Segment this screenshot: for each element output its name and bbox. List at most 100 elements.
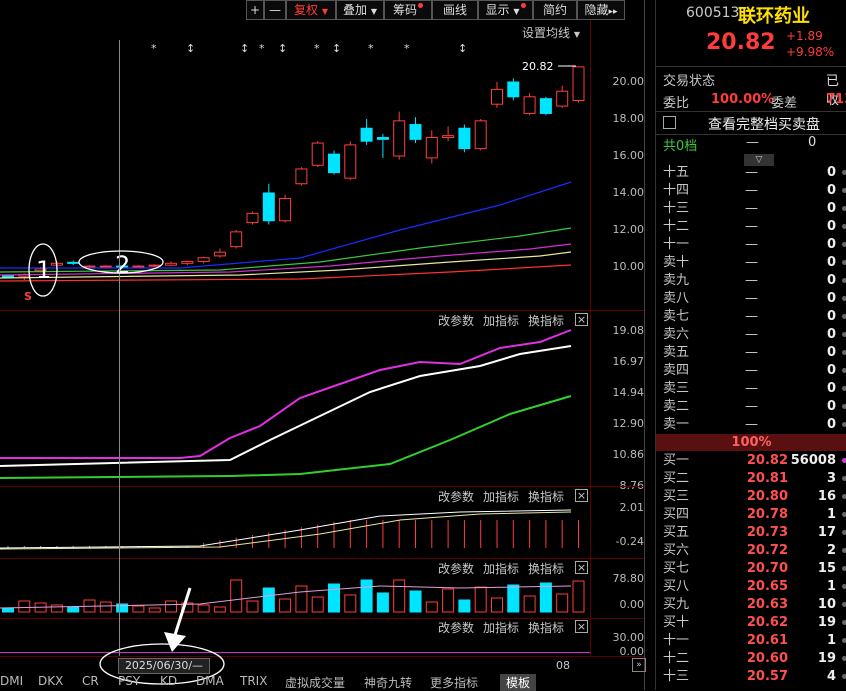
level-volume: 0 [826, 237, 836, 252]
panel5-switch-indicator[interactable]: 换指标 [528, 619, 564, 636]
sell-row[interactable]: 卖九 — 0 [656, 272, 846, 290]
tab-9[interactable]: 更多指标 [430, 674, 478, 691]
dot-icon [842, 548, 846, 553]
level-price: — [745, 417, 758, 432]
tab-6[interactable]: TRIX [240, 674, 267, 688]
buy-row[interactable]: 买一 20.82 56008 [656, 452, 846, 470]
stock-change-pct: +9.98% [786, 45, 835, 59]
level-volume: 3 [826, 471, 836, 486]
level-name: 卖十 [663, 255, 690, 270]
sell-row[interactable]: 十二 — 0 [656, 218, 846, 236]
sell-row[interactable]: 十三 — 0 [656, 200, 846, 218]
sell-row[interactable]: 卖四 — 0 [656, 362, 846, 380]
sell-row[interactable]: 十四 — 0 [656, 182, 846, 200]
tab-0[interactable]: DMI [0, 674, 23, 688]
sell-row[interactable]: 十五 — 0 [656, 164, 846, 182]
panel2-close-icon[interactable]: × [575, 313, 588, 326]
tab-7[interactable]: 虚拟成交量 [285, 674, 345, 691]
signal-marker: * [259, 42, 265, 55]
annotation-2: 2 [115, 251, 131, 279]
huaxian-button[interactable]: 画线 [432, 0, 478, 20]
y-tick: 14.00 [612, 186, 645, 199]
signal-marker: ↕ [240, 42, 250, 55]
fuquan-button[interactable]: 复权 ▼ [286, 0, 336, 20]
volume-bar [99, 601, 112, 613]
tab-3[interactable]: PSY [118, 674, 140, 688]
volume-bar [132, 605, 145, 613]
tab-5[interactable]: DMA [196, 674, 224, 688]
zoom-out-button[interactable]: — [264, 0, 286, 20]
buy-row[interactable]: 买八 20.65 1 [656, 578, 846, 596]
dot-icon [842, 188, 846, 193]
level-price: — [745, 363, 758, 378]
panel5-add-indicator[interactable]: 加指标 [483, 619, 519, 636]
level-name: 卖二 [663, 399, 690, 414]
level-volume: 15 [817, 561, 836, 576]
buy-row[interactable]: 十一 20.61 1 [656, 632, 846, 650]
indicator-chart-2[interactable] [0, 326, 644, 486]
level-volume: 0 [826, 417, 836, 432]
buy-row[interactable]: 买二 20.81 3 [656, 470, 846, 488]
candle [67, 260, 80, 266]
scroll-right-button[interactable]: » [632, 658, 646, 672]
buy-row[interactable]: 买三 20.80 16 [656, 488, 846, 506]
level-name: 十三 [663, 669, 690, 684]
volume-bar [491, 597, 503, 613]
volume-bar [148, 607, 161, 613]
sell-row[interactable]: 卖八 — 0 [656, 290, 846, 308]
buy-row[interactable]: 十三 20.57 4 [656, 668, 846, 686]
tab-1[interactable]: DKX [38, 674, 63, 688]
buy-row[interactable]: 买七 20.70 15 [656, 560, 846, 578]
buy-row[interactable]: 买十 20.62 19 [656, 614, 846, 632]
volume-chart[interactable] [0, 574, 644, 618]
sell-row[interactable]: 卖十 — 0 [656, 254, 846, 272]
tab-4[interactable]: KD [160, 674, 177, 688]
dot-icon [842, 674, 846, 679]
volume-bar [230, 579, 243, 613]
sell-row[interactable]: 卖三 — 0 [656, 380, 846, 398]
level-volume: 4 [826, 669, 836, 684]
buy-row[interactable]: 十二 20.60 19 [656, 650, 846, 668]
checkbox-icon[interactable] [663, 116, 676, 129]
buy-row[interactable]: 买五 20.73 17 [656, 524, 846, 542]
full-book-button[interactable]: 查看完整档买卖盘 [656, 111, 846, 135]
chouma-button[interactable]: 筹码 [384, 0, 432, 20]
volume-bar [328, 583, 340, 613]
level-name: 十一 [663, 237, 690, 252]
signal-marker: * [404, 42, 410, 55]
tab-10[interactable]: 模板 [500, 674, 537, 691]
level-price: 20.78 [746, 507, 788, 522]
panel-divider [0, 486, 644, 487]
buy-row[interactable]: 买四 20.78 1 [656, 506, 846, 524]
signal-marker: * [314, 42, 320, 55]
tab-8[interactable]: 神奇九转 [364, 674, 412, 691]
buy-row[interactable]: 买九 20.63 10 [656, 596, 846, 614]
indicator-chart-3[interactable] [0, 502, 644, 558]
panel5-close-icon[interactable]: × [575, 620, 588, 633]
weicha-label: 委差 [771, 96, 798, 111]
yincang-button[interactable]: 隐藏▸▸ [577, 0, 625, 20]
zoom-in-button[interactable]: + [246, 0, 264, 20]
tab-2[interactable]: CR [82, 674, 99, 688]
chevron-down-icon: ▼ [513, 7, 520, 16]
panel4-close-icon[interactable]: × [575, 561, 588, 574]
sell-row[interactable]: 卖七 — 0 [656, 308, 846, 326]
panel5-edit-params[interactable]: 改参数 [438, 619, 474, 636]
diejia-button[interactable]: 叠加 ▼ [336, 0, 384, 20]
buy-row[interactable]: 买六 20.72 2 [656, 542, 846, 560]
level-volume: 0 [826, 345, 836, 360]
panel-divider [0, 310, 644, 311]
sell-row[interactable]: 卖一 — 0 [656, 416, 846, 434]
xianshi-button[interactable]: 显示 ▼ [478, 0, 533, 20]
jianyue-button[interactable]: 简约 [533, 0, 577, 20]
level-name: 十三 [663, 201, 690, 216]
sell-row[interactable]: 卖五 — 0 [656, 344, 846, 362]
level-volume: 10 [817, 597, 836, 612]
annotation-1: 1 [36, 256, 52, 284]
panel3-close-icon[interactable]: × [575, 489, 588, 502]
sell-row[interactable]: 卖二 — 0 [656, 398, 846, 416]
sell-row[interactable]: 卖六 — 0 [656, 326, 846, 344]
level-name: 买八 [663, 579, 690, 594]
candle [311, 141, 324, 168]
sell-row[interactable]: 十一 — 0 [656, 236, 846, 254]
